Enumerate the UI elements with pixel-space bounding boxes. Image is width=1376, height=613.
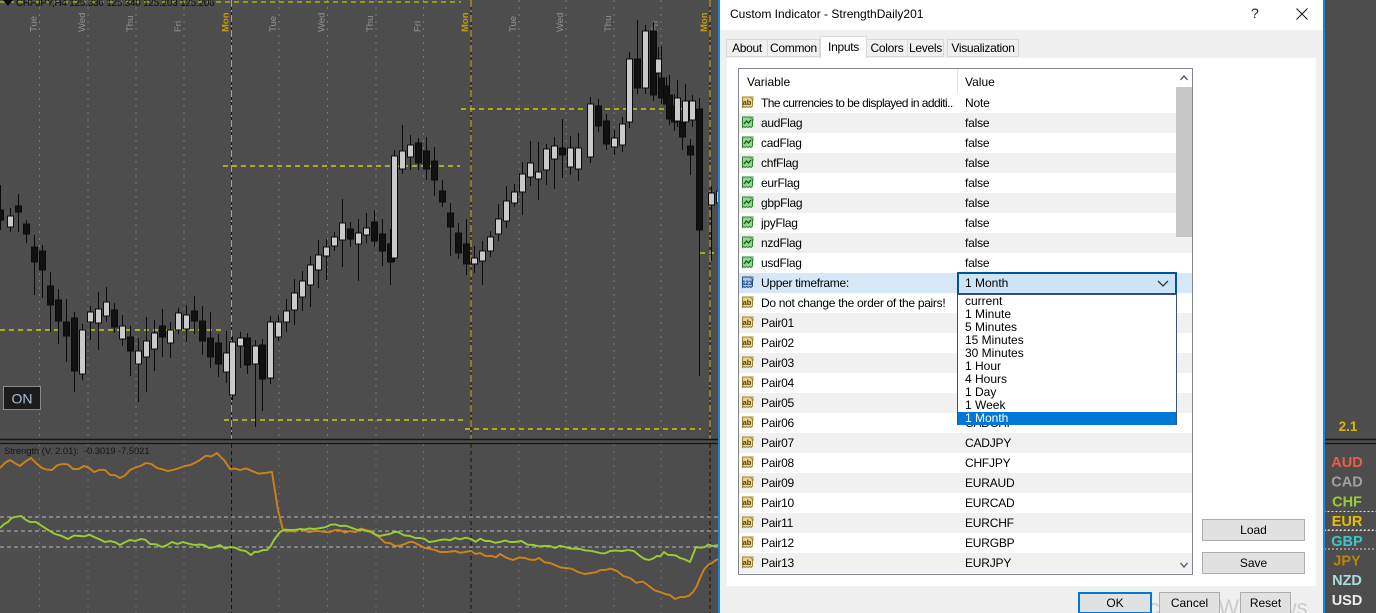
svg-text:ab: ab (743, 498, 752, 507)
svg-text:Tue: Tue (29, 16, 40, 32)
svg-text:123: 123 (742, 281, 753, 287)
svg-text:ab: ab (743, 318, 752, 327)
svg-text:ON: ON (12, 391, 33, 407)
svg-text:ab: ab (743, 98, 752, 107)
svg-text:EUR: EUR (1332, 514, 1363, 530)
svg-text:ab: ab (743, 538, 752, 547)
svg-text:Thu: Thu (125, 16, 136, 32)
svg-text:AUD: AUD (1331, 455, 1362, 471)
svg-text:Mon: Mon (221, 12, 232, 32)
svg-text:ab: ab (743, 458, 752, 467)
svg-text:Strength (V. 2.01): -0.3019 -: Strength (V. 2.01): -0.3019 -7.5021 (4, 446, 150, 457)
svg-text:CHFJPY,H4 125.336 125.340 125.: CHFJPY,H4 125.336 125.340 125.203 125.20… (16, 0, 215, 9)
svg-text:Thu: Thu (603, 16, 614, 32)
svg-text:Tue: Tue (268, 16, 279, 32)
svg-text:ab: ab (743, 438, 752, 447)
svg-text:NZD: NZD (1332, 573, 1362, 589)
svg-text:GBP: GBP (1331, 534, 1363, 550)
svg-text:ab: ab (743, 478, 752, 487)
svg-text:USD: USD (1332, 593, 1363, 609)
svg-text:ab: ab (743, 358, 752, 367)
svg-text:Thu: Thu (365, 16, 376, 32)
svg-text:2.1: 2.1 (1339, 419, 1358, 434)
svg-text:ab: ab (743, 378, 752, 387)
svg-text:Fri: Fri (173, 21, 184, 32)
svg-text:Mon: Mon (699, 12, 710, 32)
svg-text:ab: ab (743, 518, 752, 527)
svg-text:Fri: Fri (413, 21, 424, 32)
svg-text:Wed: Wed (77, 13, 88, 32)
svg-text:ab: ab (743, 298, 752, 307)
svg-text:Wed: Wed (555, 13, 566, 32)
svg-text:CHF: CHF (1332, 494, 1362, 510)
svg-text:Fri: Fri (650, 21, 661, 32)
svg-text:Mon: Mon (460, 12, 471, 32)
svg-text:Tue: Tue (508, 16, 519, 32)
svg-text:JPY: JPY (1333, 554, 1361, 570)
svg-text:ab: ab (743, 558, 752, 567)
svg-text:CAD: CAD (1331, 475, 1362, 491)
svg-text:ab: ab (743, 418, 752, 427)
svg-text:Wed: Wed (317, 13, 328, 32)
svg-text:ab: ab (743, 398, 752, 407)
svg-text:ab: ab (743, 338, 752, 347)
